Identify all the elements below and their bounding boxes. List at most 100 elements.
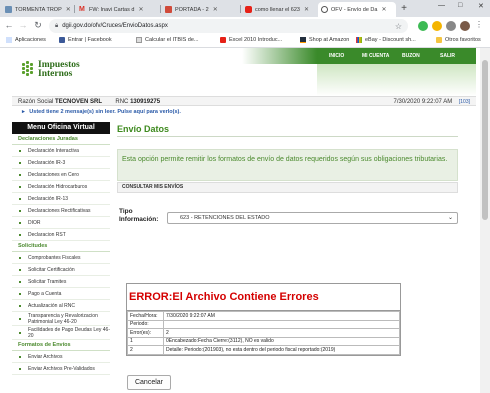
bookmark-excel[interactable]: Excel 2010 Introduc...: [220, 37, 282, 43]
avatar[interactable]: [460, 21, 470, 31]
sidebar-item-enviar-archivos[interactable]: Enviar Archivos: [12, 351, 110, 363]
url-field[interactable]: 🔒︎ dgii.gov.do/ofv/Cruces/EnvioDatos.asp…: [49, 19, 408, 33]
minimize-button[interactable]: —: [438, 2, 445, 9]
back-icon[interactable]: ←: [4, 20, 14, 30]
close-icon[interactable]: ✕: [213, 6, 218, 13]
sidebar-item-rectificativas[interactable]: Declaraciones Rectificativas: [12, 205, 110, 217]
cancel-button[interactable]: Cancelar: [127, 375, 171, 390]
close-window-button[interactable]: ✕: [478, 2, 484, 10]
extension-icon[interactable]: [432, 21, 442, 31]
sidebar-item-cero[interactable]: Declaraciones en Cero: [12, 169, 110, 181]
sidebar-item-facilidades[interactable]: Facilidades de Pago Deudas Ley 46-20: [12, 326, 110, 340]
nav-mi-cuenta[interactable]: MI CUENTA: [362, 53, 389, 59]
reload-icon[interactable]: ↻: [33, 20, 43, 31]
extension-icon[interactable]: [418, 21, 428, 31]
consultar-envios-link[interactable]: CONSULTAR MIS ENVÍOS: [117, 182, 458, 193]
fecha-label: Fecha/Hora:: [127, 311, 164, 321]
sidebar-item-declaracion-interactiva[interactable]: Declaración Interactiva: [12, 145, 110, 157]
sidebar-item-ir13[interactable]: Declaración IR-13: [12, 193, 110, 205]
apps-grid-icon: [6, 37, 12, 43]
maximize-button[interactable]: □: [458, 2, 462, 9]
session-index: [103]: [458, 99, 470, 105]
sidebar-item-actualizacion-rnc[interactable]: Actualización al RNC: [12, 300, 110, 312]
error-title: ERROR:El Archivo Contiene Errores: [127, 284, 400, 311]
close-icon[interactable]: ✕: [304, 6, 309, 13]
sidebar-item-hidrocarburos[interactable]: Declaración Hidrocarburos: [12, 181, 110, 193]
bookmark-itbis[interactable]: Calcular el ITBIS de...: [136, 37, 199, 43]
table-row: Periodo:: [127, 319, 400, 329]
error-panel: ERROR:El Archivo Contiene Errores Fecha/…: [126, 283, 401, 356]
forward-icon[interactable]: →: [18, 20, 28, 30]
sidebar-item-transparencia[interactable]: Transparencia y Revalorizacion Patrimoni…: [12, 312, 110, 326]
web-page: Impuestos Internos INICIO MI CUENTA BUZO…: [12, 48, 476, 393]
youtube-icon: [245, 6, 252, 13]
close-icon[interactable]: ✕: [66, 6, 71, 13]
bookmark-others[interactable]: Otros favoritos: [436, 37, 481, 43]
error-num: 1: [127, 336, 164, 346]
folder-icon: [436, 37, 442, 43]
error-detail: 0Encabezado:Fecha Cierre:(3112), NO es v…: [163, 336, 400, 346]
new-tab-button[interactable]: +: [398, 3, 410, 15]
extension-icon[interactable]: [446, 21, 456, 31]
nav-salir[interactable]: SALIR: [440, 53, 455, 59]
sidebar-item-ir3[interactable]: Declaración IR-3: [12, 157, 110, 169]
tab-tormenta[interactable]: TORMENTA TROP ✕: [2, 2, 72, 17]
bookmark-amazon[interactable]: Shop at Amazon: [300, 37, 349, 43]
facebook-icon: [59, 37, 65, 43]
close-icon[interactable]: ✕: [381, 6, 386, 13]
errores-value: 2: [163, 328, 400, 338]
bookmark-apps[interactable]: Aplicaciones: [6, 37, 46, 43]
youtube-icon: [220, 37, 226, 43]
menu-icon[interactable]: ⋮: [474, 20, 484, 29]
bookmark-facebook[interactable]: Entrar | Facebook: [59, 37, 112, 43]
dgii-icon: [321, 6, 328, 13]
sidebar-item-pago-cuenta[interactable]: Pago a Cuenta: [12, 288, 110, 300]
url-text: dgii.gov.do/ofv/Cruces/EnvioDatos.aspx: [62, 23, 168, 29]
account-info-bar: Razón Social TECNOVEN SRL RNC 130919275 …: [12, 96, 476, 106]
razon-social-label: Razón Social: [18, 99, 54, 105]
tab-youtube[interactable]: como llenar el 623 ✕: [242, 2, 318, 17]
tipo-informacion-label: Tipo Información:: [119, 208, 159, 223]
tab-gmail[interactable]: M FW: Inavi Cartas d ✕: [76, 2, 158, 17]
amazon-icon: [300, 37, 306, 43]
sidebar-item-dior[interactable]: DIOR: [12, 217, 110, 229]
tab-ofv[interactable]: OFV - Envío de Da ✕: [318, 2, 396, 17]
unread-messages-link[interactable]: ▸ Usted tiene 2 mensaje(s) sin leer. Pul…: [12, 106, 476, 117]
sidebar-section-declaraciones[interactable]: Declaraciones Juradas: [12, 134, 110, 145]
scrollbar-thumb[interactable]: [482, 60, 488, 220]
tab-label: PORTADA - 2: [175, 6, 209, 13]
page-scrollbar[interactable]: [480, 48, 490, 393]
logo-text: Impuestos Internos: [38, 60, 80, 79]
bookmark-ebay[interactable]: eBay - Discount sh...: [356, 37, 416, 43]
nav-inicio[interactable]: INICIO: [329, 53, 344, 59]
sidebar-title: Menu Oficina Virtual: [12, 122, 110, 134]
description-box: Esta opción permite remitir los formatos…: [117, 149, 458, 181]
page-icon: [136, 37, 142, 43]
datetime: 7/30/2020 9:22:07 AM: [393, 99, 453, 105]
table-row: 1 0Encabezado:Fecha Cierre:(3112), NO es…: [127, 336, 400, 346]
main-content: Envío Datos Esta opción permite remitir …: [117, 122, 458, 390]
sidebar-item-certificacion[interactable]: Solicitar Certificación: [12, 264, 110, 276]
sidebar-item-comprobantes[interactable]: Comprobantes Fiscales: [12, 252, 110, 264]
tipo-informacion-select[interactable]: 623 - RETENCIONES DEL ESTADO ⌄: [167, 212, 458, 224]
sidebar-item-prevalidados[interactable]: Enviar Archivos Pre-Validados: [12, 363, 110, 375]
sidebar-section-formatos[interactable]: Formatos de Envíos: [12, 340, 110, 351]
close-icon[interactable]: ✕: [138, 6, 143, 13]
star-icon[interactable]: ☆: [395, 22, 402, 31]
table-row: 2 Detalle: Periodo:(201903), no esta den…: [127, 345, 400, 355]
sidebar-item-tramites[interactable]: Solicitar Tramites: [12, 276, 110, 288]
error-num: 2: [127, 345, 164, 355]
chevron-down-icon: ⌄: [447, 215, 453, 221]
nav-buzon[interactable]: BUZON: [402, 53, 420, 59]
select-value: 623 - RETENCIONES DEL ESTADO: [180, 215, 270, 221]
dgii-logo[interactable]: Impuestos Internos: [22, 60, 80, 79]
rnc-value: 130919275: [130, 99, 161, 105]
tab-label: FW: Inavi Cartas d: [89, 6, 135, 13]
bookmarks-bar: Aplicaciones Entrar | Facebook Calcular …: [0, 35, 490, 48]
sidebar-item-rst[interactable]: Declaracion RST: [12, 229, 110, 241]
periodo-value: [163, 319, 400, 329]
sidebar-section-solicitudes[interactable]: Solicitudes: [12, 241, 110, 252]
portada-icon: [165, 6, 172, 13]
razon-social-value: TECNOVEN SRL: [55, 99, 103, 105]
tab-portada[interactable]: PORTADA - 2 ✕: [162, 2, 238, 17]
